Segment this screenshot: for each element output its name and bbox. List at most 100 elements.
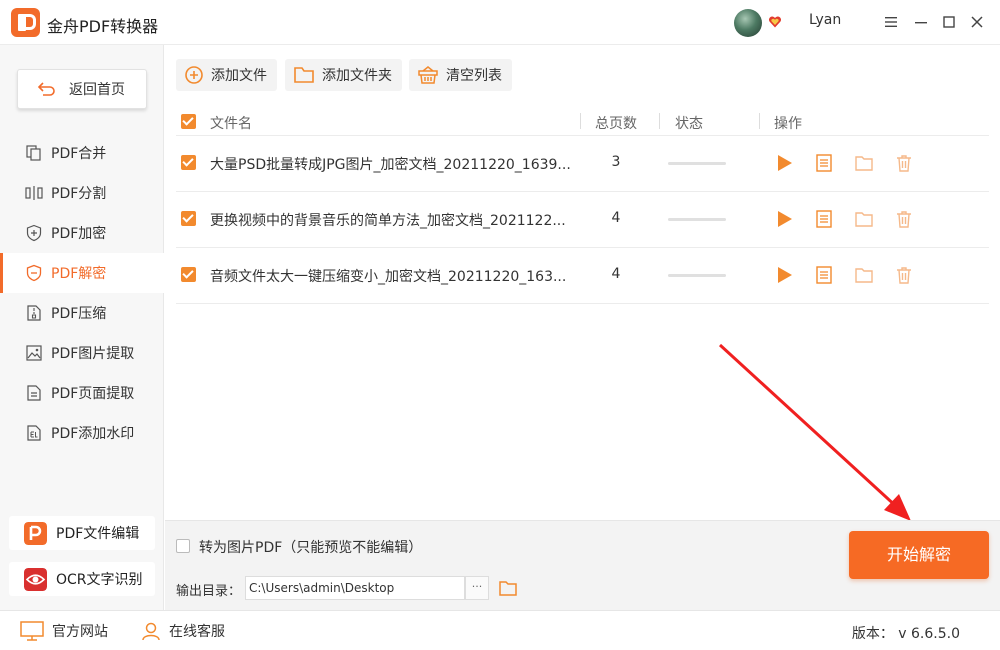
menu-icon[interactable] [881, 12, 901, 32]
sidebar-item-encrypt[interactable]: PDF加密 [0, 213, 164, 253]
play-icon[interactable] [774, 209, 794, 229]
sidebar-item-decrypt[interactable]: PDF解密 [0, 253, 164, 293]
merge-icon [26, 145, 41, 161]
page-count: 4 [611, 266, 621, 282]
sidebar-item-label: PDF合并 [51, 146, 107, 162]
trash-icon[interactable] [894, 265, 914, 285]
sidebar-item-split[interactable]: PDF分割 [0, 173, 164, 213]
clear-list-label: 清空列表 [446, 68, 502, 84]
ocr-tool[interactable]: OCR文字识别 [9, 562, 155, 596]
table-row[interactable]: 更换视频中的背景音乐的简单方法_加密文档_2021122... 4 [176, 192, 989, 248]
basket-icon [418, 66, 438, 84]
sidebar-item-label: PDF添加水印 [51, 426, 135, 442]
column-divider [580, 113, 581, 129]
add-circle-icon [185, 66, 203, 84]
sidebar-item-label: PDF加密 [51, 226, 107, 242]
online-support-link[interactable]: 在线客服 [141, 621, 225, 641]
minimize-icon[interactable] [911, 12, 931, 32]
tool-label: PDF文件编辑 [56, 526, 140, 542]
progress-bar [668, 218, 726, 221]
file-name: 大量PSD批量转成JPG图片_加密文档_20211220_1639... [210, 157, 570, 173]
progress-bar [668, 162, 726, 165]
select-all-checkbox[interactable] [181, 114, 196, 129]
column-divider [659, 113, 660, 129]
page-icon [27, 385, 41, 401]
play-icon[interactable] [774, 153, 794, 173]
add-file-button[interactable]: 添加文件 [176, 59, 277, 91]
browse-button[interactable]: ··· [465, 576, 489, 600]
version-label: 版本： v 6.6.5.0 [851, 626, 960, 642]
row-checkbox[interactable] [181, 267, 196, 282]
title-bar: 金舟PDF转换器 Lyan [0, 0, 1000, 45]
app-title: 金舟PDF转换器 [47, 17, 159, 36]
clear-list-button[interactable]: 清空列表 [409, 59, 512, 91]
tool-label: OCR文字识别 [56, 572, 143, 588]
online-support-label: 在线客服 [169, 624, 225, 640]
document-list-icon[interactable] [814, 209, 834, 229]
sidebar-item-label: PDF图片提取 [51, 346, 135, 362]
file-name: 音频文件太大一键压缩变小_加密文档_20211220_163... [210, 269, 567, 285]
sidebar-item-label: PDF分割 [51, 186, 107, 202]
page-count: 3 [611, 154, 621, 170]
back-arrow-icon [37, 82, 55, 96]
row-checkbox[interactable] [181, 211, 196, 226]
shield-minus-icon [26, 264, 42, 282]
add-file-label: 添加文件 [211, 68, 267, 84]
official-website-label: 官方网站 [52, 624, 108, 640]
folder-icon [294, 67, 314, 83]
add-folder-button[interactable]: 添加文件夹 [285, 59, 402, 91]
sidebar-item-merge[interactable]: PDF合并 [0, 133, 164, 173]
vip-heart-icon[interactable] [768, 15, 782, 29]
document-list-icon[interactable] [814, 265, 834, 285]
username[interactable]: Lyan [809, 12, 841, 28]
output-dir-label: 输出目录： [176, 584, 242, 599]
convert-to-image-checkbox[interactable] [176, 539, 190, 553]
add-folder-label: 添加文件夹 [322, 68, 392, 84]
image-icon [26, 345, 42, 361]
table-row[interactable]: 大量PSD批量转成JPG图片_加密文档_20211220_1639... 3 [176, 136, 989, 192]
monitor-icon [20, 621, 44, 641]
sidebar: 返回首页 PDF合并 PDF分割 PDF加密 PDF解密 PDF压缩 PDF图片… [0, 45, 164, 610]
support-person-icon [142, 622, 160, 641]
official-website-link[interactable]: 官方网站 [20, 621, 108, 641]
split-icon [25, 186, 43, 200]
column-divider [759, 113, 760, 129]
avatar[interactable] [734, 9, 762, 37]
maximize-icon[interactable] [939, 12, 959, 32]
document-list-icon[interactable] [814, 153, 834, 173]
sidebar-item-page-extract[interactable]: PDF页面提取 [0, 373, 164, 413]
trash-icon[interactable] [894, 209, 914, 229]
pdf-editor-tool[interactable]: PDF文件编辑 [9, 516, 155, 550]
output-path-field[interactable]: C:\Users\admin\Desktop [245, 576, 465, 600]
sidebar-item-image-extract[interactable]: PDF图片提取 [0, 333, 164, 373]
header-status: 状态 [675, 116, 703, 132]
back-home-button[interactable]: 返回首页 [17, 69, 147, 109]
compress-icon [27, 305, 41, 321]
play-icon[interactable] [774, 265, 794, 285]
sidebar-item-label: PDF解密 [51, 266, 107, 282]
start-decrypt-button[interactable]: 开始解密 [849, 531, 989, 579]
progress-bar [668, 274, 726, 277]
sidebar-item-compress[interactable]: PDF压缩 [0, 293, 164, 333]
table-row[interactable]: 音频文件太大一键压缩变小_加密文档_20211220_163... 4 [176, 248, 989, 304]
close-icon[interactable] [967, 12, 987, 32]
sidebar-item-label: PDF页面提取 [51, 386, 135, 402]
folder-open-icon[interactable] [854, 153, 874, 173]
header-pages: 总页数 [595, 116, 637, 132]
pdf-editor-icon [24, 521, 47, 545]
folder-open-icon[interactable] [854, 209, 874, 229]
bottom-panel: 转为图片PDF（只能预览不能编辑） 输出目录： C:\Users\admin\D… [165, 520, 1000, 610]
row-checkbox[interactable] [181, 155, 196, 170]
shield-plus-icon [26, 224, 42, 242]
trash-icon[interactable] [894, 153, 914, 173]
open-folder-icon[interactable] [498, 578, 518, 598]
sidebar-item-watermark[interactable]: PDF添加水印 [0, 413, 164, 453]
folder-open-icon[interactable] [854, 265, 874, 285]
table-header: 文件名 总页数 状态 操作 [176, 106, 989, 136]
convert-to-image-label: 转为图片PDF（只能预览不能编辑） [199, 540, 423, 556]
header-operations: 操作 [774, 116, 802, 132]
status-bar: 官方网站 在线客服 版本： v 6.6.5.0 [0, 610, 1000, 650]
app-logo-icon [11, 8, 40, 37]
page-count: 4 [611, 210, 621, 226]
back-home-label: 返回首页 [69, 82, 125, 98]
